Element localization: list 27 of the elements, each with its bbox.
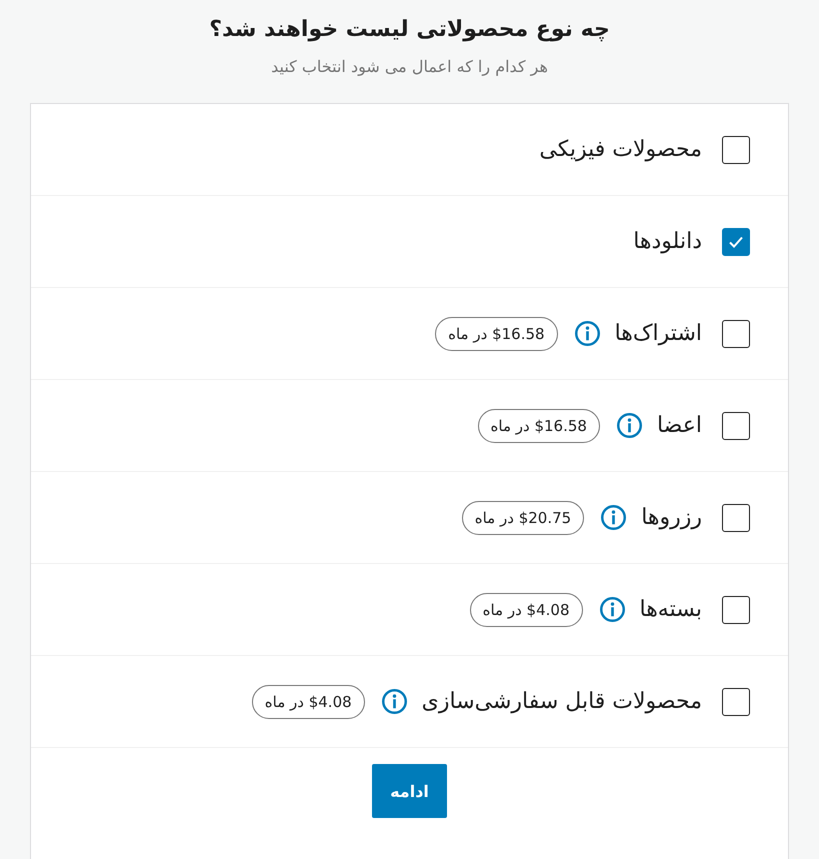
info-icon[interactable] (574, 320, 601, 347)
price-badge: $16.58 در ماه (435, 316, 558, 350)
price-badge: $4.08 در ماه (252, 684, 365, 718)
info-icon[interactable] (380, 688, 408, 715)
checkbox[interactable] (722, 320, 750, 348)
checkbox[interactable] (722, 136, 750, 164)
info-icon[interactable] (598, 596, 626, 623)
option-label: اعضا (656, 413, 702, 438)
page-title: چه نوع محصولاتی لیست خواهند شد؟ (209, 16, 610, 44)
price-badge: $4.08 در ماه (470, 592, 582, 626)
info-icon[interactable] (600, 504, 628, 531)
option-label: دانلودها (633, 229, 702, 254)
continue-button[interactable]: ادامه (372, 764, 447, 818)
checkbox[interactable] (722, 228, 750, 256)
price-badge: $20.75 در ماه (462, 500, 584, 534)
info-icon[interactable] (616, 412, 643, 439)
checkbox[interactable] (722, 596, 750, 624)
checkbox[interactable] (722, 688, 750, 716)
price-badge: $16.58 در ماه (478, 408, 600, 442)
checkbox[interactable] (722, 504, 750, 532)
option-label: بسته‌ها (640, 597, 702, 622)
option-label: اشتراک‌ها (614, 321, 702, 346)
option-label: رزروها (641, 505, 702, 530)
page-subtitle: هر کدام را که اعمال می شود انتخاب کنید (271, 56, 548, 78)
option-label: محصولات فیزیکی (539, 137, 702, 162)
option-label: محصولات قابل سفارشی‌سازی (422, 689, 702, 714)
checkbox[interactable] (722, 412, 750, 440)
